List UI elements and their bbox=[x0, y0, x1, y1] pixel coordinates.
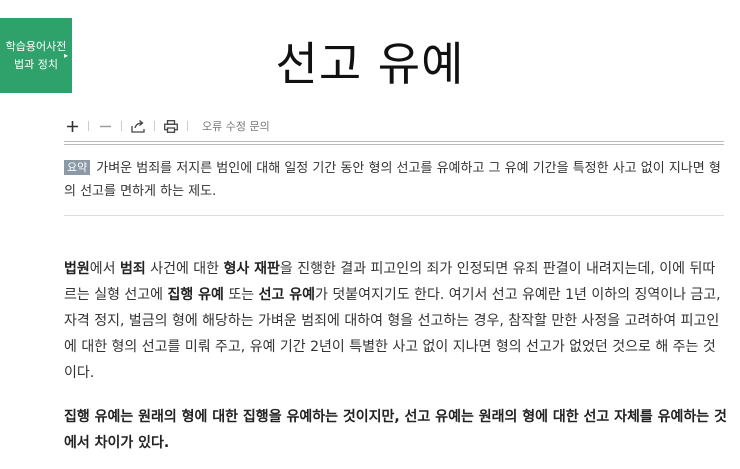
plus-icon bbox=[66, 120, 78, 132]
body-text-run: 또는 bbox=[223, 287, 259, 303]
zoom-out-button[interactable] bbox=[97, 117, 113, 135]
body-keyword[interactable]: 범죄 bbox=[120, 261, 146, 277]
minus-icon bbox=[99, 125, 111, 127]
body-text-run: 사건에 대한 bbox=[145, 261, 224, 277]
body-keyword[interactable]: 법원 bbox=[64, 261, 90, 277]
summary-text: 가벼운 범죄를 저지른 범인에 대해 일정 기간 동안 형의 선고를 유예하고 … bbox=[64, 161, 721, 199]
body-keyword[interactable]: 형사 재판 bbox=[224, 261, 280, 277]
toolbar-divider bbox=[88, 121, 89, 131]
zoom-in-button[interactable] bbox=[64, 117, 80, 135]
page-title: 선고 유예 bbox=[275, 37, 465, 91]
body-text-run: 에서 bbox=[89, 261, 120, 277]
toolbar-divider bbox=[187, 121, 188, 131]
body-keyword[interactable]: 선고 유예 bbox=[259, 287, 315, 303]
toolbar-divider bbox=[121, 121, 122, 131]
report-error-link[interactable]: 오류 수정 문의 bbox=[202, 118, 270, 134]
toolbar-divider bbox=[154, 121, 155, 131]
print-button[interactable] bbox=[163, 117, 179, 135]
body-keyword[interactable]: 집행 유예 bbox=[168, 287, 224, 303]
body-paragraph-1: 법원에서 범죄 사건에 대한 형사 재판을 진행한 결과 피고인의 죄가 인정되… bbox=[64, 256, 728, 386]
toolbar: 오류 수정 문의 bbox=[64, 116, 270, 136]
share-icon bbox=[131, 119, 145, 133]
summary-tag: 요약 bbox=[64, 160, 91, 175]
printer-icon bbox=[164, 119, 178, 133]
summary-box: 요약 가벼운 범죄를 저지른 범인에 대해 일정 기간 동안 형의 선고를 유예하… bbox=[64, 157, 724, 203]
share-button[interactable] bbox=[130, 117, 146, 135]
title-divider bbox=[64, 141, 724, 145]
body-paragraph-2: 집행 유예는 원래의 형에 대한 집행을 유예하는 것이지만, 선고 유예는 원… bbox=[64, 409, 727, 451]
summary-divider bbox=[64, 215, 724, 216]
